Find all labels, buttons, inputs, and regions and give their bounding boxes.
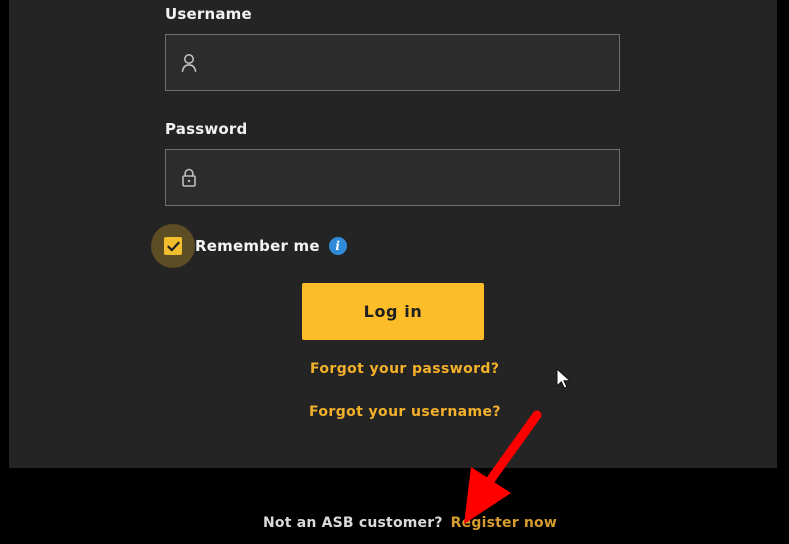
not-customer-text: Not an ASB customer? [263,515,443,531]
remember-checkbox[interactable] [164,237,182,255]
mouse-pointer-icon [556,368,570,389]
username-input[interactable] [212,42,602,83]
username-field[interactable] [165,34,620,91]
username-label: Username [165,5,252,23]
password-input[interactable] [212,157,602,198]
register-now-link[interactable]: Register now [451,515,557,531]
forgot-username-link[interactable]: Forgot your username? [309,404,501,420]
password-label: Password [165,120,248,138]
remember-me-row[interactable]: Remember me i [151,224,347,268]
login-button[interactable]: Log in [302,283,484,340]
remember-checkbox-focus-ring[interactable] [151,224,195,268]
checkmark-icon [166,241,180,251]
login-page: Username Password Remember me i Log in F… [0,0,789,544]
user-icon [166,34,212,91]
password-field[interactable] [165,149,620,206]
register-prompt: Not an ASB customer? Register now [263,515,557,531]
forgot-password-link[interactable]: Forgot your password? [310,361,499,377]
remember-me-label[interactable]: Remember me [195,237,320,255]
info-icon[interactable]: i [328,237,347,255]
lock-icon [166,149,212,206]
